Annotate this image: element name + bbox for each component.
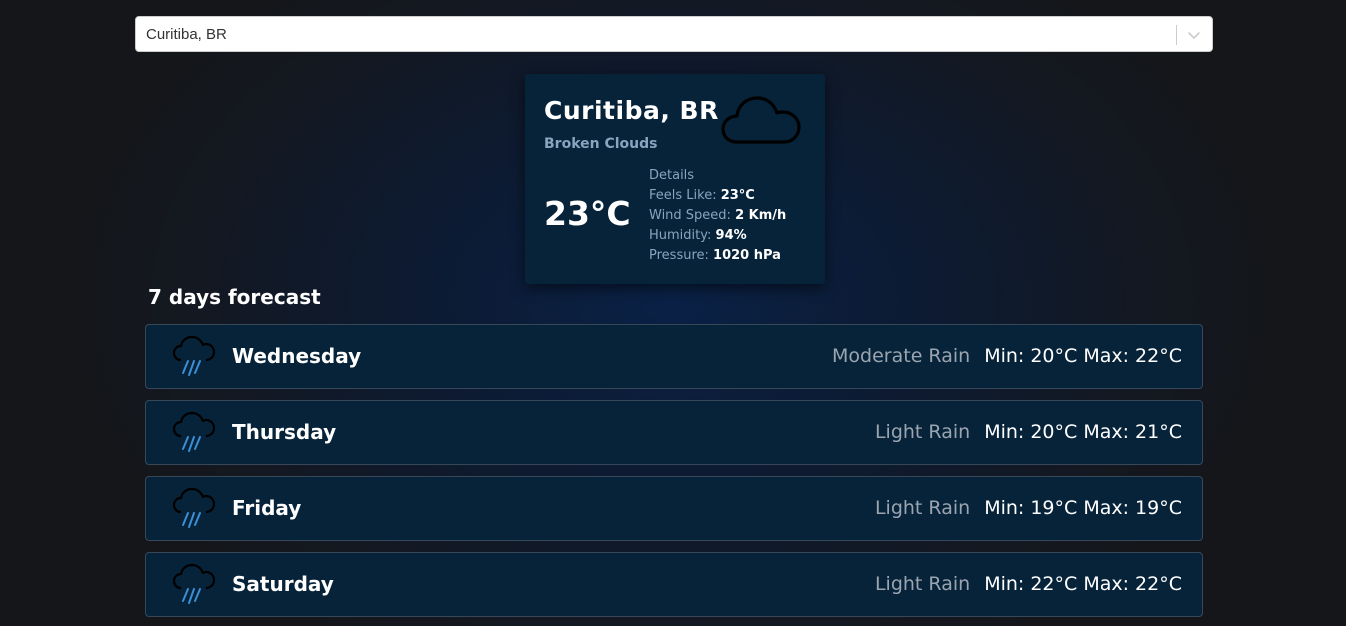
forecast-day: Thursday	[232, 420, 337, 444]
humidity-value: 94%	[715, 228, 747, 243]
forecast-day: Saturday	[232, 572, 334, 596]
feels-like-label: Feels Like:	[649, 188, 717, 203]
city-search-select[interactable]: Curitiba, BR	[135, 16, 1213, 52]
forecast-row-saturday[interactable]: Saturday Light Rain Min: 22°C Max: 22°C	[145, 552, 1203, 617]
pressure-value: 1020 hPa	[713, 248, 781, 263]
forecast-summary: Moderate Rain Min: 20°C Max: 22°C	[832, 325, 1182, 388]
forecast-day: Friday	[232, 496, 302, 520]
wind-speed-label: Wind Speed:	[649, 208, 731, 223]
forecast-min-max: Min: 20°C Max: 21°C	[984, 421, 1182, 443]
pressure-label: Pressure:	[649, 248, 709, 263]
forecast-summary: Light Rain Min: 22°C Max: 22°C	[875, 553, 1182, 616]
rain-cloud-icon	[172, 487, 216, 528]
forecast-description: Light Rain	[874, 421, 971, 443]
forecast-min-max: Min: 20°C Max: 22°C	[984, 345, 1182, 367]
chevron-down-icon[interactable]	[1186, 27, 1202, 43]
cloud-icon	[721, 96, 801, 144]
wind-speed-row: Wind Speed: 2 Km/h	[649, 206, 786, 226]
forecast-description: Light Rain	[874, 497, 971, 519]
humidity-label: Humidity:	[649, 228, 712, 243]
forecast-row-friday[interactable]: Friday Light Rain Min: 19°C Max: 19°C	[145, 476, 1203, 541]
rain-cloud-icon	[172, 411, 216, 452]
search-input-value[interactable]: Curitiba, BR	[146, 17, 227, 53]
city-name: Curitiba, BR	[544, 96, 719, 125]
forecast-row-thursday[interactable]: Thursday Light Rain Min: 20°C Max: 21°C	[145, 400, 1203, 465]
forecast-description: Light Rain	[874, 573, 971, 595]
forecast-min-max: Min: 22°C Max: 22°C	[984, 573, 1182, 595]
forecast-min-max: Min: 19°C Max: 19°C	[984, 497, 1182, 519]
forecast-row-wednesday[interactable]: Wednesday Moderate Rain Min: 20°C Max: 22…	[145, 324, 1203, 389]
forecast-heading: 7 days forecast	[148, 285, 321, 309]
feels-like-value: 23°C	[720, 188, 755, 203]
rain-cloud-icon	[172, 563, 216, 604]
forecast-description: Moderate Rain	[832, 345, 971, 367]
forecast-summary: Light Rain Min: 20°C Max: 21°C	[875, 401, 1182, 464]
select-separator	[1176, 25, 1177, 45]
forecast-day: Wednesday	[232, 344, 362, 368]
pressure-row: Pressure: 1020 hPa	[649, 246, 786, 266]
weather-description: Broken Clouds	[544, 136, 658, 152]
details-heading: Details	[649, 168, 695, 183]
weather-details: Details Feels Like: 23°C Wind Speed: 2 K…	[649, 166, 786, 266]
wind-speed-value: 2 Km/h	[735, 208, 787, 223]
current-weather-card: Curitiba, BR Broken Clouds 23°C Details …	[525, 74, 825, 284]
humidity-row: Humidity: 94%	[649, 226, 786, 246]
feels-like-row: Feels Like: 23°C	[649, 186, 786, 206]
current-temperature: 23°C	[544, 194, 631, 233]
forecast-summary: Light Rain Min: 19°C Max: 19°C	[875, 477, 1182, 540]
rain-cloud-icon	[172, 335, 216, 376]
